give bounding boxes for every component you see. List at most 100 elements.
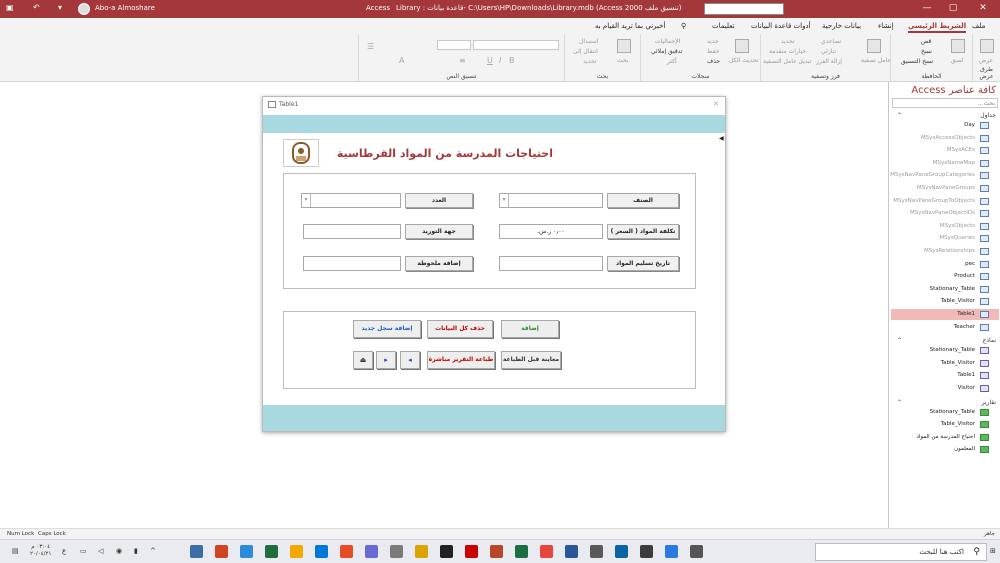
nav-item[interactable]: Stationary_Table: [891, 407, 999, 418]
app-icon[interactable]: [365, 545, 378, 558]
tab-database-tools[interactable]: أدوات قاعدة البيانات: [751, 22, 811, 30]
collapse-chevron-icon[interactable]: ⌃: [897, 399, 902, 406]
nav-item[interactable]: Teacher: [891, 322, 999, 333]
count-combo[interactable]: ▾: [301, 193, 401, 208]
folder-icon[interactable]: [415, 545, 428, 558]
delete-all-button[interactable]: حذف كل البيانات: [427, 320, 493, 338]
find-icon[interactable]: [617, 39, 631, 53]
align-icon[interactable]: ≡: [459, 56, 466, 65]
descending-button[interactable]: تنازلي: [821, 48, 836, 55]
nav-item[interactable]: MSysACEs: [891, 145, 999, 156]
advanced-button[interactable]: خيارات متقدمة: [769, 48, 806, 55]
excel-icon[interactable]: [265, 545, 278, 558]
access-icon[interactable]: [490, 545, 503, 558]
nav-item[interactable]: Table1: [891, 370, 999, 381]
nav-section-tables[interactable]: جداول: [980, 112, 996, 119]
app-icon[interactable]: [240, 545, 253, 558]
filter-icon[interactable]: [867, 39, 881, 53]
note-field[interactable]: [303, 256, 401, 271]
nav-item[interactable]: MSysAccessObjects: [891, 133, 999, 144]
refresh-icon[interactable]: [735, 39, 749, 53]
tab-external-data[interactable]: بيانات خارجية: [822, 22, 861, 30]
network-icon[interactable]: ◉: [116, 547, 122, 555]
nav-section-forms[interactable]: نماذج: [982, 337, 996, 344]
nav-item[interactable]: Day: [891, 120, 999, 131]
undo-icon[interactable]: ↶: [33, 3, 40, 12]
tab-file[interactable]: ملف: [972, 22, 985, 30]
collapse-chevron-icon[interactable]: ⌃: [897, 112, 902, 119]
view-icon[interactable]: [980, 39, 994, 53]
tab-home[interactable]: الشريط الرئيسي: [908, 22, 967, 33]
format-painter-button[interactable]: نسخ التنسيق: [901, 58, 933, 65]
firefox-icon[interactable]: [340, 545, 353, 558]
nav-item[interactable]: Stationary_Table: [891, 284, 999, 295]
underline-icon[interactable]: U: [487, 56, 493, 65]
nav-item[interactable]: Visitor: [891, 383, 999, 394]
app-icon[interactable]: [465, 545, 478, 558]
tab-help[interactable]: تعليمات: [712, 22, 735, 30]
collapse-chevron-icon[interactable]: ⌃: [897, 337, 902, 344]
filter-button[interactable]: عامل تصفية: [861, 57, 891, 64]
spelling-button[interactable]: تدقيق إملائي: [651, 48, 683, 55]
print-preview-button[interactable]: معاينة قبل الطباعة: [501, 351, 561, 369]
title-search-box[interactable]: [704, 3, 784, 15]
class-combo[interactable]: ▾: [499, 193, 603, 208]
paste-button[interactable]: لصق: [951, 57, 963, 64]
more-button[interactable]: أكثر: [667, 58, 677, 65]
chrome-icon[interactable]: [540, 545, 553, 558]
app-icon[interactable]: [390, 545, 403, 558]
form-close-icon[interactable]: ✕: [713, 100, 719, 108]
nav-item[interactable]: MSysNavPaneGroups: [891, 183, 999, 194]
show-hidden-icon[interactable]: ^: [150, 547, 156, 555]
save-record-button[interactable]: حفظ: [707, 48, 719, 55]
nav-item[interactable]: MSysNavPaneObjectIDs: [891, 208, 999, 219]
tray-icon[interactable]: ▭: [80, 547, 87, 555]
mail-icon[interactable]: [440, 545, 453, 558]
nav-item[interactable]: Product: [891, 271, 999, 282]
print-report-button[interactable]: طباعة التقرير مباشرة: [427, 351, 495, 369]
goto-button[interactable]: انتقال إلى: [573, 48, 598, 55]
app-icon[interactable]: [215, 545, 228, 558]
font-color-icon[interactable]: A: [399, 56, 404, 65]
battery-icon[interactable]: ▮: [134, 547, 138, 555]
nav-item[interactable]: MSysQueries: [891, 233, 999, 244]
nav-item[interactable]: Table_Visitor: [891, 296, 999, 307]
nav-item[interactable]: pec: [891, 259, 999, 270]
minimize-icon[interactable]: —: [920, 3, 934, 13]
bold-icon[interactable]: B: [509, 56, 515, 65]
nav-item[interactable]: احتياج المدرسة من المواد: [891, 432, 999, 443]
nav-item[interactable]: المعلمون: [891, 444, 999, 455]
copy-button[interactable]: نسخ: [921, 48, 932, 55]
cost-field[interactable]: ٠٫٠٠ ر.س.‏: [499, 224, 603, 239]
paste-icon[interactable]: [951, 39, 965, 53]
refresh-all-button[interactable]: تحديث الكل: [729, 57, 759, 64]
nav-item[interactable]: Stationary_Table: [891, 345, 999, 356]
tab-create[interactable]: إنشاء: [878, 22, 894, 30]
nav-item[interactable]: Table_Visitor: [891, 419, 999, 430]
add-button[interactable]: إضافة: [501, 320, 559, 338]
remove-sort-button[interactable]: إزالة الفرز: [816, 58, 842, 65]
taskbar-search[interactable]: اكتب هنا للبحث ⚲: [815, 543, 987, 561]
keyboard-language-icon[interactable]: ع: [62, 547, 66, 555]
app-icon[interactable]: [190, 545, 203, 558]
nav-item[interactable]: Table1: [891, 309, 999, 320]
nav-item[interactable]: MSysNavPaneGroupCategories: [890, 170, 999, 181]
cut-button[interactable]: قص: [921, 38, 931, 45]
form-window[interactable]: Table1 ✕ ◀ احتياجات المدرسة من المواد ال…: [262, 96, 726, 432]
next-record-button[interactable]: ▸: [376, 351, 396, 369]
task-view-icon[interactable]: [690, 545, 703, 558]
maximize-icon[interactable]: ▢: [946, 3, 960, 13]
clock[interactable]: ٠٣:٠٤ م ٢٠/٠٤/٢١: [30, 544, 51, 558]
start-icon[interactable]: ⊞: [990, 547, 996, 555]
italic-icon[interactable]: I: [499, 56, 501, 65]
nav-item[interactable]: Table_Visitor: [891, 358, 999, 369]
ascending-button[interactable]: تصاعدي: [821, 38, 841, 45]
replace-button[interactable]: استبدال: [579, 38, 599, 45]
totals-button[interactable]: الإجماليات: [655, 38, 680, 45]
font-size-select[interactable]: [437, 40, 471, 50]
app-icon[interactable]: [315, 545, 328, 558]
new-record-button[interactable]: جديد: [707, 38, 719, 45]
chevron-down-icon[interactable]: ▾: [500, 194, 509, 207]
nav-section-reports[interactable]: تقارير: [982, 399, 996, 406]
user-name[interactable]: Abo-a Almoshare: [95, 4, 155, 12]
